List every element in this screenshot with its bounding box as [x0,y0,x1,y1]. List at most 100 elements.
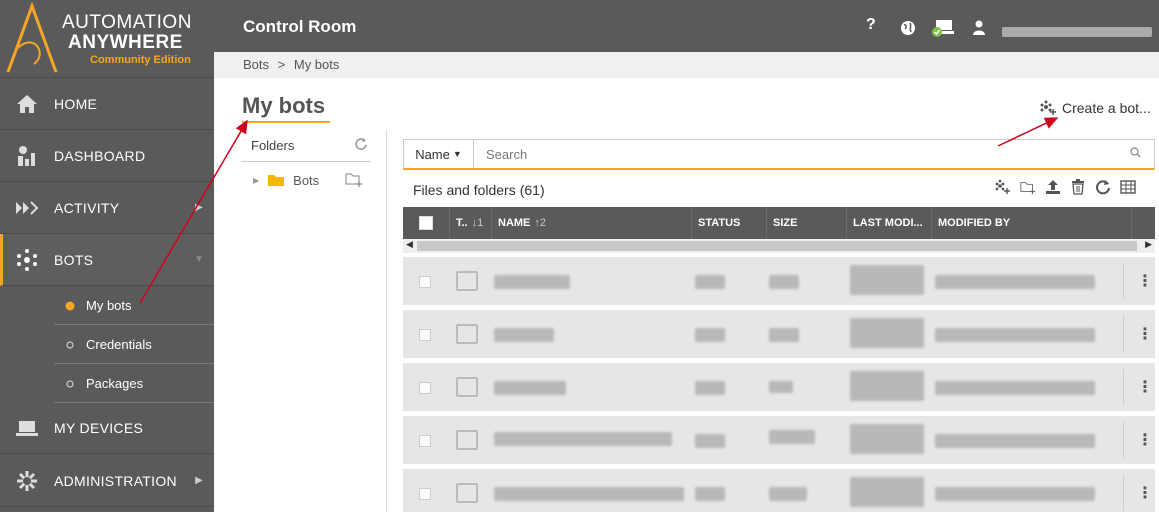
table-row[interactable]: ⋮ [403,310,1155,358]
brand-edition: Community Edition [90,54,191,66]
scroll-right-icon[interactable]: ▶ [1145,239,1152,250]
breadcrumb-root[interactable]: Bots [243,57,269,72]
table-row[interactable]: ⋮ [403,416,1155,464]
column-label: SIZE [773,217,798,229]
active-dot-icon [54,301,86,311]
breadcrumb: Bots > My bots [214,52,1159,78]
app-title: Control Room [243,17,357,36]
table-header: T.. ↓1 NAME ↑2 STATUS SIZE LAST MODI... … [403,207,1155,239]
chevron-right-icon: ▶ [195,475,203,486]
select-all-checkbox[interactable] [419,216,433,230]
brand-logo[interactable]: AUTOMATION ANYWHERE Community Edition [0,0,214,78]
sidebar-item-label: BOTS [54,251,94,268]
user-name-redacted[interactable] [1002,27,1152,37]
more-options-icon[interactable]: ⋮ [1137,430,1153,450]
more-options-icon[interactable]: ⋮ [1137,377,1153,397]
panel-divider [386,130,387,512]
sidebar-subitem-packages[interactable]: Packages [54,365,214,403]
redacted-name [494,487,684,501]
folder-tree-item-bots[interactable]: ▶ Bots [241,162,371,198]
title-underline [242,121,330,123]
redacted-status [695,434,725,448]
redacted-status [695,381,725,395]
row-checkbox[interactable] [419,276,431,288]
chevron-right-icon: ▶ [195,202,203,213]
sidebar-subitem-credentials[interactable]: Credentials [54,326,214,364]
scroll-left-icon[interactable]: ◀ [406,239,413,250]
breadcrumb-separator: > [277,57,286,72]
redacted-name [494,381,566,395]
sort-indicator: ↓1 [471,217,484,229]
sidebar-subitem-label: Credentials [86,337,152,352]
scrollbar-thumb[interactable] [417,241,1137,251]
column-header-actions [1131,207,1155,239]
column-header-size[interactable]: SIZE [766,207,846,239]
redacted-date [850,424,924,454]
administration-icon [0,469,54,493]
horizontal-scrollbar[interactable]: ◀ ▶ [403,239,1155,253]
dashboard-icon [0,144,54,168]
files-count: (61) [519,182,545,198]
redacted-name [494,275,570,289]
column-header-status[interactable]: STATUS [691,207,766,239]
upload-icon[interactable] [1045,178,1061,196]
search-field-label: Name [415,146,450,162]
column-header-name[interactable]: NAME ↑2 [491,207,691,239]
search-field-select[interactable]: Name ▼ [404,140,474,168]
sidebar-item-administration[interactable]: ADMINISTRATION ▶ [0,455,214,507]
sidebar-item-label: MY DEVICES [54,419,144,436]
refresh-folders-icon[interactable] [354,137,368,154]
refresh-icon[interactable] [1095,178,1111,196]
row-checkbox[interactable] [419,435,431,447]
row-checkbox[interactable] [419,382,431,394]
sidebar-item-my-devices[interactable]: MY DEVICES [0,402,214,454]
globe-icon[interactable] [900,20,916,41]
user-icon[interactable] [972,20,986,41]
redacted-status [695,328,725,342]
search-bar: Name ▼ [403,139,1155,170]
create-bot-toolbar-icon[interactable] [995,178,1011,196]
column-header-modified-by[interactable]: MODIFIED BY [931,207,1131,239]
column-header-type[interactable]: T.. ↓1 [449,207,491,239]
help-icon[interactable]: ? [866,16,876,34]
sidebar-item-activity[interactable]: ACTIVITY ▶ [0,182,214,234]
redacted-name [494,328,554,342]
expand-arrow-icon[interactable]: ▶ [253,176,259,185]
redacted-status [695,275,725,289]
more-options-icon[interactable]: ⋮ [1137,483,1153,503]
sidebar-subitem-my-bots[interactable]: My bots [54,287,214,325]
select-all-checkbox-cell [403,207,449,239]
brand-line2: ANYWHERE [68,32,183,53]
folder-label: Bots [293,172,320,188]
bullet-icon [54,341,86,349]
row-divider [1123,263,1124,299]
delete-icon[interactable] [1070,178,1086,196]
redacted-user [935,328,1095,342]
table-row[interactable]: ⋮ [403,257,1155,305]
redacted-size [769,430,815,444]
new-folder-icon[interactable] [345,171,363,190]
more-options-icon[interactable]: ⋮ [1137,324,1153,344]
column-label: T.. [456,217,468,229]
search-icon[interactable] [1130,147,1154,161]
new-folder-toolbar-icon[interactable] [1020,178,1036,196]
column-header-last-modified[interactable]: LAST MODI... [846,207,931,239]
sidebar-item-bots[interactable]: BOTS ▼ [0,234,214,286]
table-row[interactable]: ⋮ [403,363,1155,411]
sidebar-item-home[interactable]: HOME [0,78,214,130]
redacted-user [935,381,1095,395]
devices-status-icon[interactable] [930,18,954,43]
row-checkbox[interactable] [419,488,431,500]
search-input[interactable] [474,140,1130,168]
more-options-icon[interactable]: ⋮ [1137,271,1153,291]
redacted-date [850,371,924,401]
sidebar-item-label: HOME [54,95,98,112]
redacted-size [769,328,799,342]
table-columns-icon[interactable] [1120,178,1136,196]
create-bot-link[interactable]: Create a bot... [1040,100,1151,116]
row-checkbox[interactable] [419,329,431,341]
table-row[interactable]: ⋮ [403,469,1155,512]
redacted-status [695,487,725,501]
sidebar-item-dashboard[interactable]: DASHBOARD [0,130,214,182]
row-divider [1123,316,1124,352]
